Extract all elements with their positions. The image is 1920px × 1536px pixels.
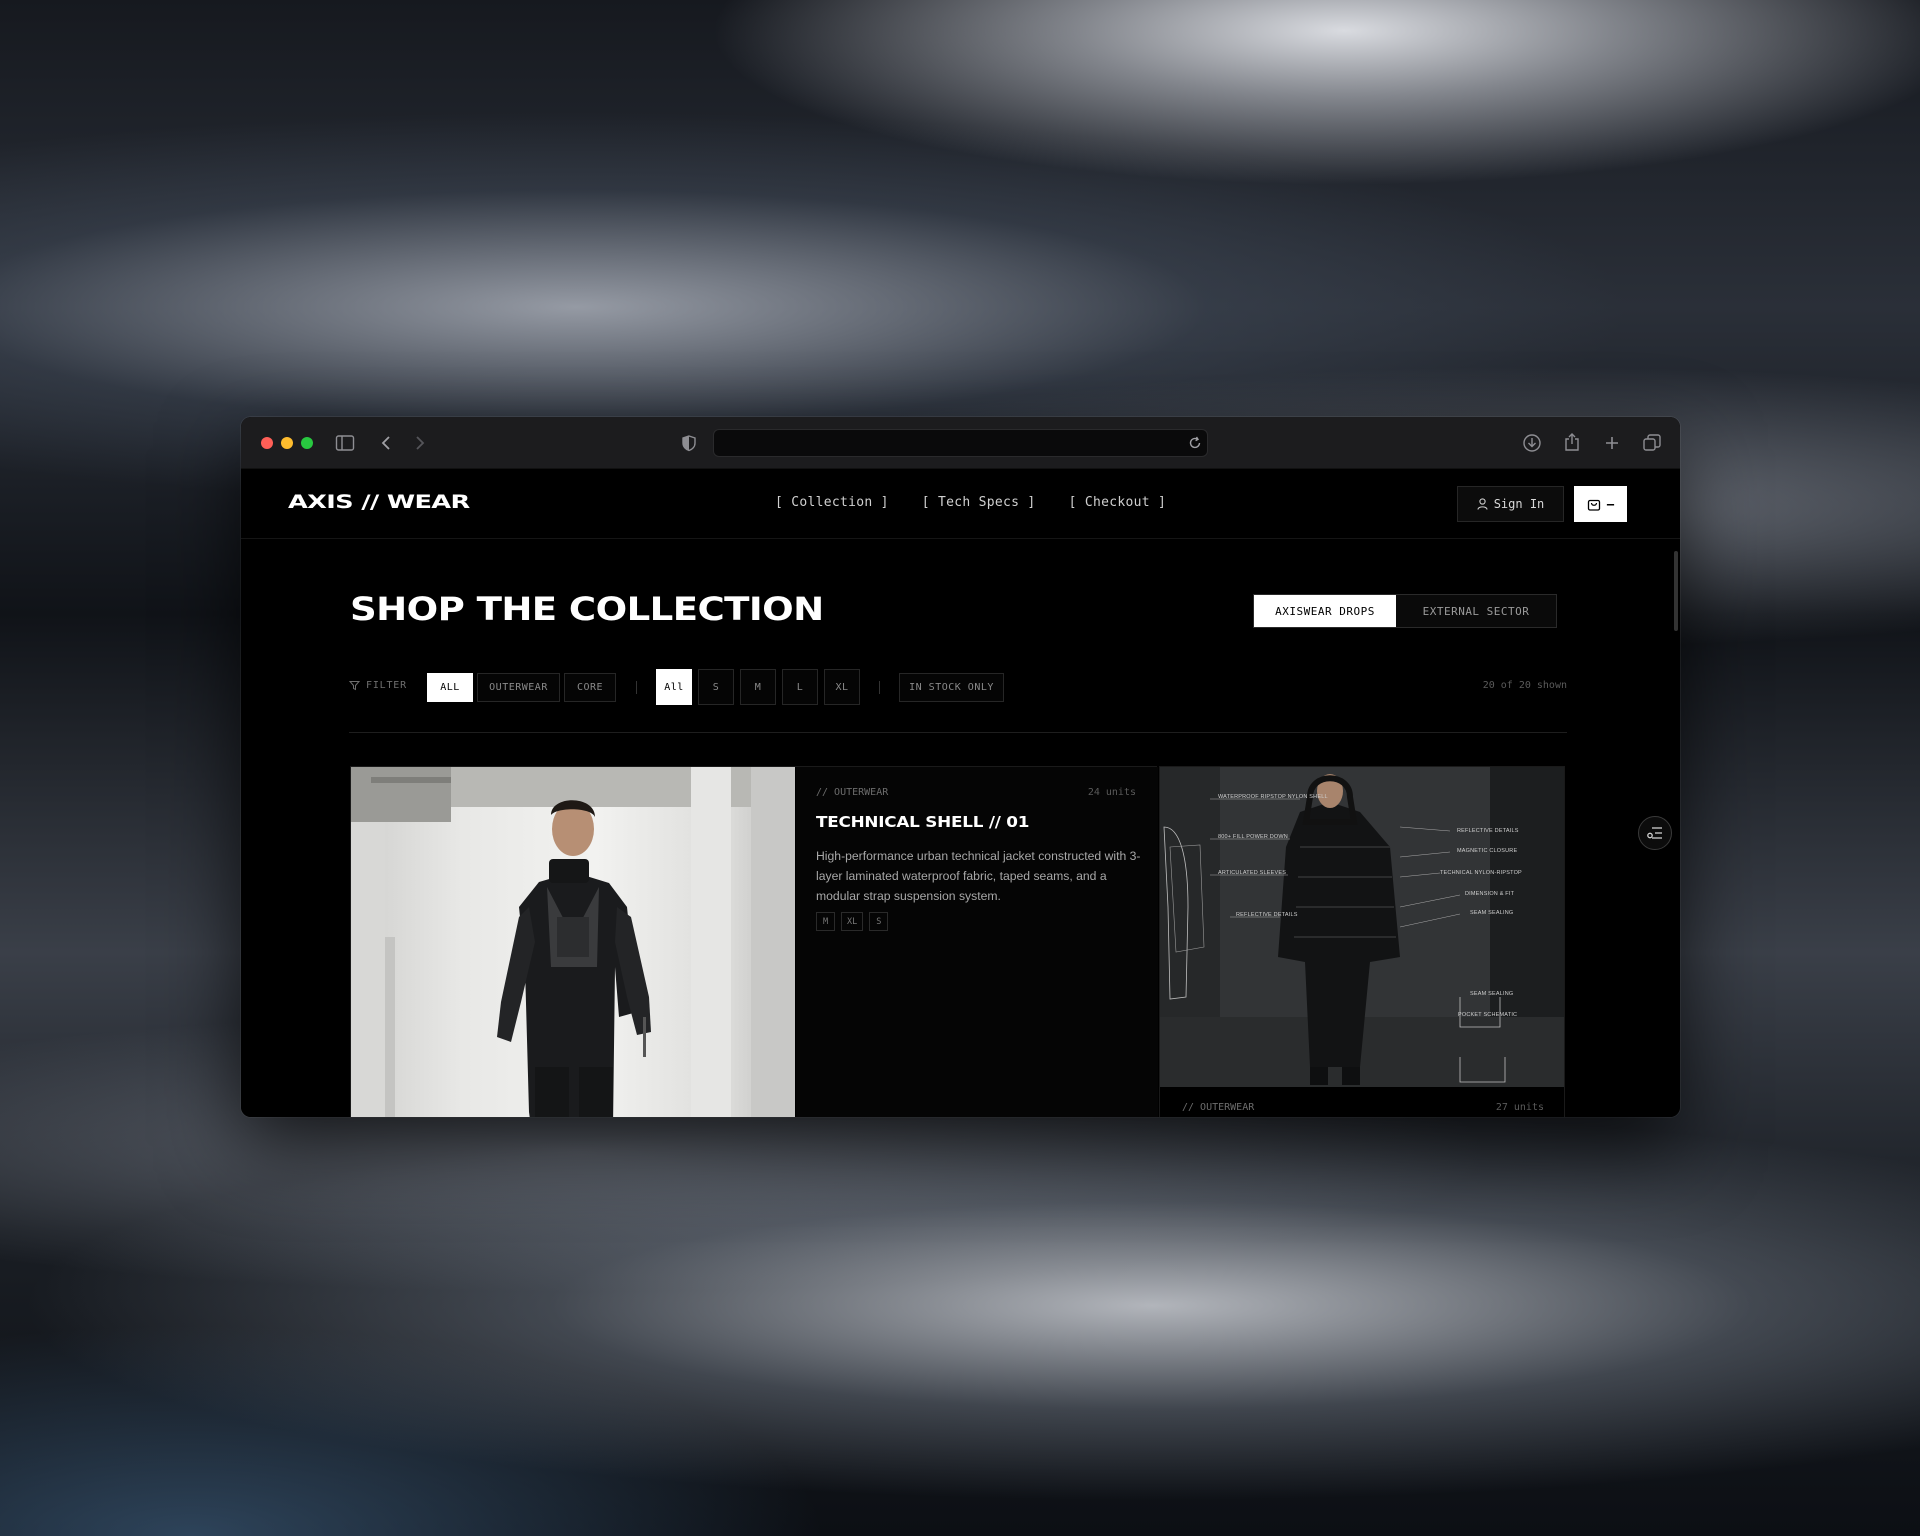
stock-units: 27 units: [1495, 1102, 1544, 1113]
category-outerwear-chip[interactable]: OUTERWEAR: [477, 673, 560, 702]
tabs-overview-icon[interactable]: [1642, 433, 1662, 453]
minimize-window-button[interactable]: [281, 436, 293, 449]
results-count: 20 of 20 shown: [1482, 680, 1567, 691]
nav-tech-specs[interactable]: [ Tech Specs ]: [922, 495, 1036, 510]
back-icon[interactable]: [377, 434, 397, 452]
stock-units: 24 units: [1087, 787, 1136, 798]
product-card[interactable]: // OUTERWEAR 24 units TECHNICAL SHELL //…: [350, 766, 1158, 1117]
download-icon[interactable]: [1522, 433, 1542, 453]
nav-checkout[interactable]: [ Checkout ]: [1069, 495, 1167, 510]
share-icon[interactable]: [1562, 432, 1582, 452]
funnel-icon: [349, 681, 360, 691]
forward-icon[interactable]: [409, 434, 429, 452]
filter-label-text: FILTER: [366, 680, 407, 691]
size-tag[interactable]: XL: [841, 912, 864, 931]
sliders-icon: [1647, 827, 1662, 839]
browser-window: AXIS // WEAR [ Collection ] [ Tech Specs…: [241, 417, 1680, 1117]
user-icon: [1477, 498, 1488, 510]
annotation-label: 800+ FILL POWER DOWN: [1218, 834, 1288, 840]
annotation-label: POCKET SCHEMATIC: [1458, 1012, 1518, 1018]
reload-icon[interactable]: [1187, 435, 1203, 451]
sign-in-button[interactable]: Sign In: [1457, 486, 1564, 522]
product-category: // OUTERWEAR: [1182, 1102, 1255, 1113]
sidebar-icon[interactable]: [335, 434, 355, 452]
source-toggle: AXISWEAR DROPS EXTERNAL SECTOR: [1253, 594, 1557, 628]
site-logo[interactable]: AXIS // WEAR: [288, 491, 470, 513]
category-all-chip[interactable]: ALL: [427, 673, 473, 702]
product-card[interactable]: WATERPROOF RIPSTOP NYLON SHELL 800+ FILL…: [1159, 766, 1565, 1117]
product-image[interactable]: WATERPROOF RIPSTOP NYLON SHELL 800+ FILL…: [1160, 767, 1564, 1087]
product-image[interactable]: [351, 767, 795, 1117]
size-m-chip[interactable]: M: [740, 669, 776, 705]
annotation-label: ARTICULATED SLEEVES: [1218, 870, 1287, 876]
shield-icon[interactable]: [679, 434, 699, 452]
annotation-label: MAGNETIC CLOSURE: [1457, 848, 1518, 854]
main-nav: [ Collection ] [ Tech Specs ] [ Checkout…: [775, 495, 1166, 510]
window-controls: [261, 436, 313, 449]
size-tag[interactable]: S: [869, 912, 889, 931]
annotation-label: SEAM SEALING: [1470, 910, 1514, 916]
annotation-label: REFLECTIVE DETAILS: [1236, 912, 1298, 918]
filter-divider: [636, 681, 637, 694]
filter-label: FILTER: [349, 680, 407, 691]
size-tag[interactable]: M: [816, 912, 835, 931]
size-xl-chip[interactable]: XL: [824, 669, 860, 705]
in-stock-toggle[interactable]: IN STOCK ONLY: [899, 673, 1004, 702]
product-info: // OUTERWEAR 24 units TECHNICAL SHELL //…: [796, 767, 1158, 1117]
page-scrollbar[interactable]: [1674, 551, 1678, 631]
tab-axiswear-drops[interactable]: AXISWEAR DROPS: [1254, 595, 1396, 627]
shopping-bag-icon: [1587, 499, 1601, 511]
preferences-button[interactable]: [1638, 816, 1672, 850]
annotation-label: WATERPROOF RIPSTOP NYLON SHELL: [1218, 794, 1328, 800]
product-title[interactable]: TECHNICAL SHELL // 01: [816, 813, 1029, 831]
address-bar[interactable]: [713, 429, 1208, 457]
product-category: // OUTERWEAR: [816, 787, 889, 798]
category-core-chip[interactable]: CORE: [564, 673, 616, 702]
cart-count: –: [1606, 497, 1615, 511]
sign-in-label: Sign In: [1493, 497, 1545, 511]
close-window-button[interactable]: [261, 436, 273, 449]
storefront-page: AXIS // WEAR [ Collection ] [ Tech Specs…: [241, 469, 1680, 1117]
section-divider: [349, 732, 1567, 733]
cart-button[interactable]: –: [1574, 486, 1627, 522]
site-header: AXIS // WEAR [ Collection ] [ Tech Specs…: [241, 469, 1680, 539]
annotation-label: TECHNICAL NYLON-RIPSTOP: [1440, 870, 1522, 876]
nav-collection[interactable]: [ Collection ]: [775, 495, 889, 510]
size-s-chip[interactable]: S: [698, 669, 734, 705]
size-l-chip[interactable]: L: [782, 669, 818, 705]
tab-external-sector[interactable]: EXTERNAL SECTOR: [1396, 595, 1556, 627]
available-sizes: M XL S: [816, 912, 889, 931]
filter-bar: FILTER ALL OUTERWEAR CORE All S M L XL I…: [349, 669, 1567, 705]
browser-titlebar: [241, 417, 1680, 469]
page-title: SHOP THE COLLECTION: [350, 590, 824, 628]
size-all-chip[interactable]: All: [656, 669, 692, 705]
new-tab-icon[interactable]: [1603, 434, 1621, 452]
product-description: High-performance urban technical jacket …: [816, 849, 1141, 903]
annotation-label: DIMENSION & FIT: [1465, 891, 1515, 897]
annotation-label: REFLECTIVE DETAILS: [1457, 828, 1519, 834]
zoom-window-button[interactable]: [301, 436, 313, 449]
annotation-label: SEAM SEALING: [1470, 991, 1514, 997]
filter-divider: [879, 681, 880, 694]
